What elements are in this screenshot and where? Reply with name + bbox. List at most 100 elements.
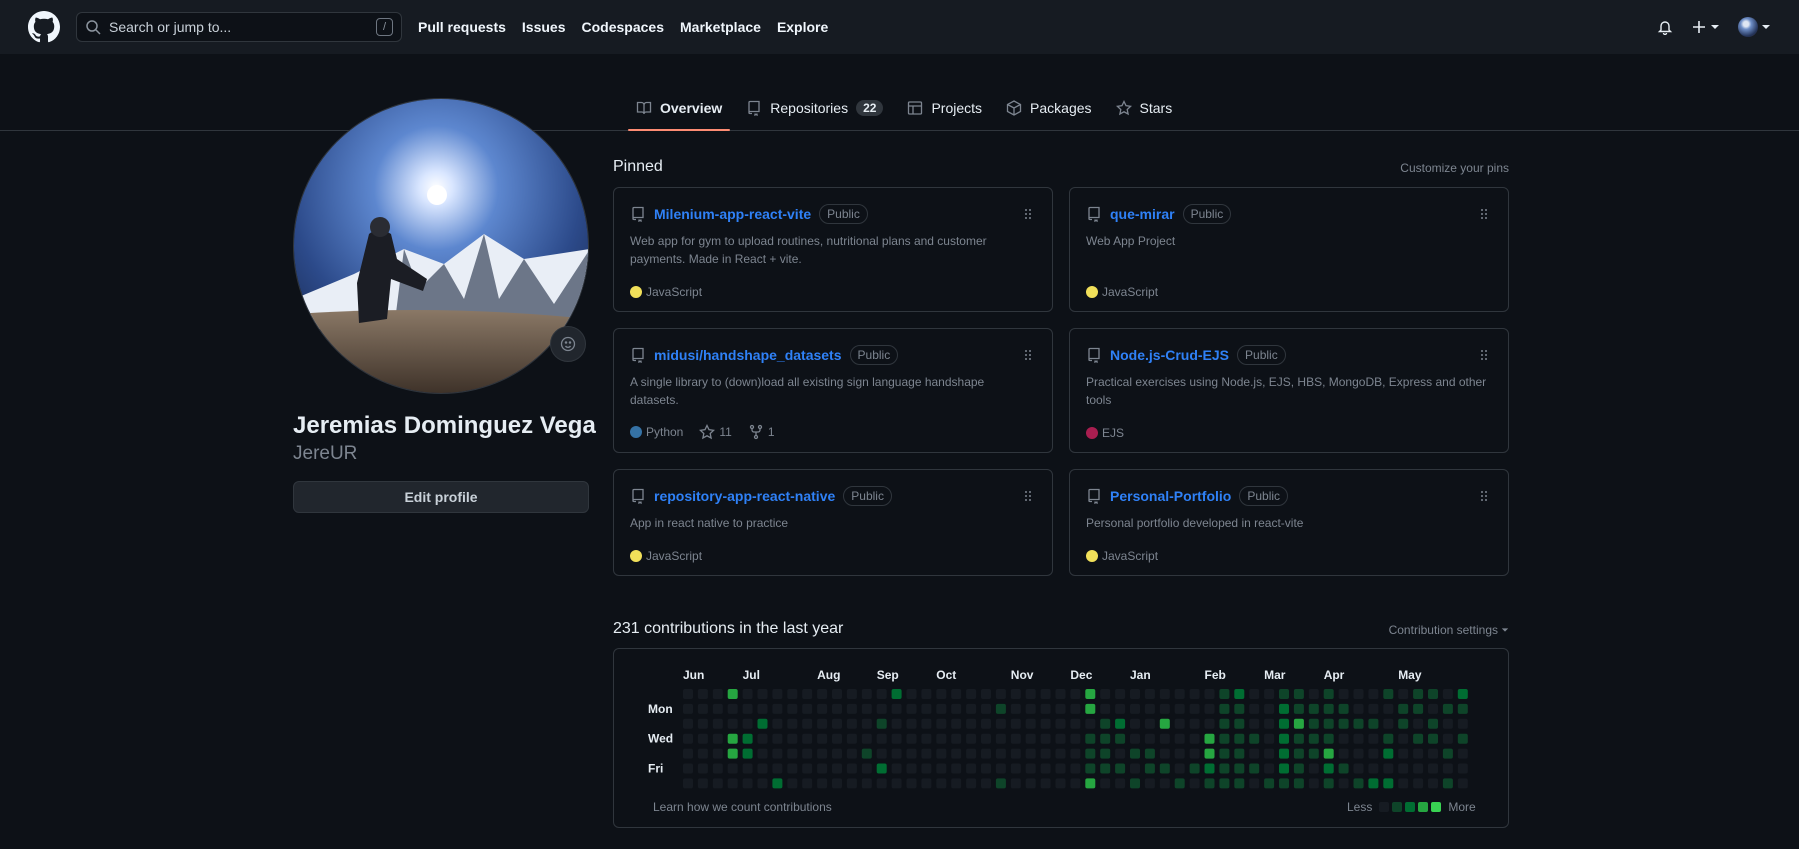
contribution-day-cell[interactable] bbox=[1115, 689, 1126, 699]
contribution-day-cell[interactable] bbox=[1174, 689, 1185, 699]
contribution-day-cell[interactable] bbox=[1204, 718, 1215, 729]
contribution-day-cell[interactable] bbox=[1428, 689, 1438, 699]
contribution-day-cell[interactable] bbox=[1010, 689, 1021, 699]
contribution-day-cell[interactable] bbox=[1130, 778, 1140, 789]
contribution-day-cell[interactable] bbox=[832, 733, 842, 744]
contribution-day-cell[interactable] bbox=[1040, 703, 1051, 714]
contribution-day-cell[interactable] bbox=[966, 778, 977, 789]
contribution-day-cell[interactable] bbox=[1323, 778, 1334, 789]
contribution-day-cell[interactable] bbox=[1368, 748, 1379, 759]
contribution-day-cell[interactable] bbox=[787, 733, 798, 744]
contribution-settings-dropdown[interactable]: Contribution settings bbox=[1389, 623, 1509, 637]
contribution-day-cell[interactable] bbox=[1249, 733, 1260, 744]
tab-packages[interactable]: Packages bbox=[998, 86, 1099, 130]
contribution-day-cell[interactable] bbox=[921, 703, 932, 714]
contribution-day-cell[interactable] bbox=[1144, 689, 1155, 699]
contribution-day-cell[interactable] bbox=[1413, 689, 1424, 699]
contribution-day-cell[interactable] bbox=[1413, 763, 1424, 774]
contribution-day-cell[interactable] bbox=[1383, 748, 1394, 759]
contribution-day-cell[interactable] bbox=[1189, 703, 1200, 714]
contribution-day-cell[interactable] bbox=[1010, 778, 1021, 789]
contribution-day-cell[interactable] bbox=[906, 689, 917, 699]
contribution-day-cell[interactable] bbox=[697, 733, 708, 744]
contribution-day-cell[interactable] bbox=[1442, 763, 1453, 774]
contribution-day-cell[interactable] bbox=[1070, 689, 1081, 699]
contribution-day-cell[interactable] bbox=[1189, 718, 1200, 729]
contribution-day-cell[interactable] bbox=[1383, 733, 1394, 744]
contribution-day-cell[interactable] bbox=[1115, 733, 1126, 744]
contribution-day-cell[interactable] bbox=[1070, 703, 1081, 714]
contribution-day-cell[interactable] bbox=[1159, 718, 1170, 729]
contribution-day-cell[interactable] bbox=[1457, 748, 1468, 759]
learn-contributions-link[interactable]: Learn how we count contributions bbox=[653, 800, 832, 814]
contribution-day-cell[interactable] bbox=[1279, 718, 1289, 729]
contribution-day-cell[interactable] bbox=[1025, 718, 1036, 729]
contribution-day-cell[interactable] bbox=[995, 703, 1006, 714]
drag-handle-icon[interactable] bbox=[1020, 347, 1036, 363]
contribution-day-cell[interactable] bbox=[802, 748, 813, 759]
drag-handle-icon[interactable] bbox=[1476, 488, 1492, 504]
contribution-day-cell[interactable] bbox=[1040, 748, 1051, 759]
nav-issues[interactable]: Issues bbox=[522, 19, 566, 35]
contribution-day-cell[interactable] bbox=[1025, 703, 1036, 714]
profile-avatar[interactable] bbox=[293, 98, 589, 394]
contribution-day-cell[interactable] bbox=[1100, 763, 1111, 774]
contribution-day-cell[interactable] bbox=[742, 763, 753, 774]
contribution-day-cell[interactable] bbox=[817, 763, 828, 774]
contribution-day-cell[interactable] bbox=[832, 778, 842, 789]
contribution-day-cell[interactable] bbox=[1234, 689, 1245, 699]
contribution-day-cell[interactable] bbox=[712, 718, 723, 729]
contribution-day-cell[interactable] bbox=[772, 733, 783, 744]
contribution-day-cell[interactable] bbox=[727, 718, 738, 729]
contribution-day-cell[interactable] bbox=[832, 689, 842, 699]
contribution-day-cell[interactable] bbox=[1308, 778, 1319, 789]
contribution-day-cell[interactable] bbox=[1115, 778, 1126, 789]
contribution-day-cell[interactable] bbox=[1457, 689, 1468, 699]
contribution-day-cell[interactable] bbox=[906, 778, 917, 789]
contribution-day-cell[interactable] bbox=[1159, 763, 1170, 774]
tab-repositories[interactable]: Repositories 22 bbox=[738, 86, 891, 130]
contribution-day-cell[interactable] bbox=[1368, 733, 1379, 744]
contribution-day-cell[interactable] bbox=[1115, 703, 1126, 714]
contribution-day-cell[interactable] bbox=[995, 748, 1006, 759]
contribution-day-cell[interactable] bbox=[861, 689, 872, 699]
contribution-day-cell[interactable] bbox=[1234, 778, 1245, 789]
contribution-day-cell[interactable] bbox=[1383, 689, 1394, 699]
contribution-day-cell[interactable] bbox=[1249, 703, 1260, 714]
contribution-day-cell[interactable] bbox=[966, 718, 977, 729]
create-new-button[interactable] bbox=[1691, 19, 1720, 35]
contribution-day-cell[interactable] bbox=[802, 689, 813, 699]
bell-icon[interactable] bbox=[1657, 19, 1673, 35]
repo-link[interactable]: que-mirar bbox=[1110, 206, 1175, 222]
contribution-day-cell[interactable] bbox=[1070, 718, 1081, 729]
contribution-day-cell[interactable] bbox=[1383, 703, 1394, 714]
contribution-day-cell[interactable] bbox=[951, 703, 962, 714]
contribution-day-cell[interactable] bbox=[846, 689, 857, 699]
contribution-day-cell[interactable] bbox=[1130, 733, 1140, 744]
contribution-day-cell[interactable] bbox=[1159, 733, 1170, 744]
contribution-day-cell[interactable] bbox=[817, 689, 828, 699]
contribution-day-cell[interactable] bbox=[861, 703, 872, 714]
contribution-day-cell[interactable] bbox=[1442, 718, 1453, 729]
contribution-day-cell[interactable] bbox=[1428, 763, 1438, 774]
contribution-day-cell[interactable] bbox=[1338, 689, 1349, 699]
contribution-day-cell[interactable] bbox=[1323, 763, 1334, 774]
contribution-day-cell[interactable] bbox=[787, 763, 798, 774]
contribution-day-cell[interactable] bbox=[1293, 748, 1304, 759]
contribution-day-cell[interactable] bbox=[906, 748, 917, 759]
contribution-day-cell[interactable] bbox=[936, 778, 947, 789]
contribution-day-cell[interactable] bbox=[802, 733, 813, 744]
contribution-day-cell[interactable] bbox=[1308, 748, 1319, 759]
contribution-day-cell[interactable] bbox=[1189, 733, 1200, 744]
contribution-day-cell[interactable] bbox=[742, 689, 753, 699]
contribution-day-cell[interactable] bbox=[1085, 703, 1096, 714]
contribution-day-cell[interactable] bbox=[1100, 689, 1111, 699]
repo-link[interactable]: midusi/handshape_datasets bbox=[654, 347, 842, 363]
contribution-day-cell[interactable] bbox=[1293, 778, 1304, 789]
contribution-day-cell[interactable] bbox=[1428, 718, 1438, 729]
contribution-day-cell[interactable] bbox=[1189, 778, 1200, 789]
contribution-day-cell[interactable] bbox=[966, 763, 977, 774]
contribution-day-cell[interactable] bbox=[1264, 778, 1275, 789]
contribution-day-cell[interactable] bbox=[936, 748, 947, 759]
contribution-day-cell[interactable] bbox=[1368, 763, 1379, 774]
